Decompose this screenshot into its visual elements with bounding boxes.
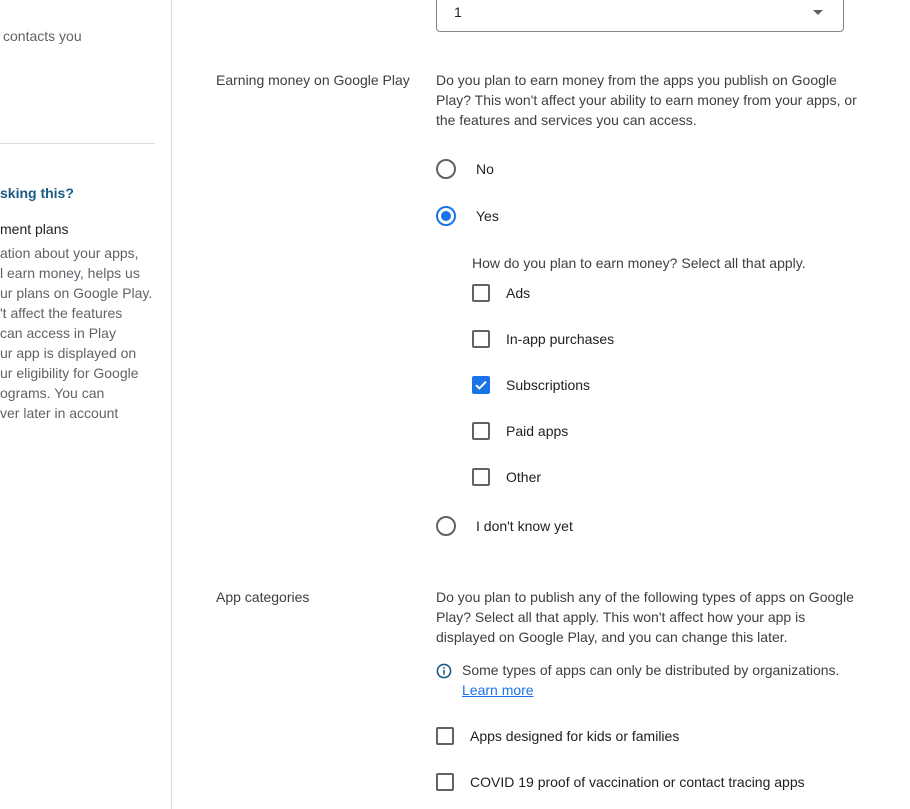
help-body-line: ograms. You can: [0, 385, 105, 401]
help-question-heading[interactable]: sking this?: [0, 183, 74, 203]
radio-no[interactable]: No: [436, 159, 494, 179]
developer-account-form: contacts you sking this? ment plans atio…: [0, 0, 910, 809]
checkbox[interactable]: [472, 284, 490, 302]
checkbox[interactable]: [436, 773, 454, 791]
checkbox-subscriptions-label: Subscriptions: [506, 377, 591, 393]
checkbox-other[interactable]: Other: [472, 467, 541, 487]
categories-description-line: displayed on Google Play, and you can ch…: [436, 629, 788, 645]
checkbox-paid-apps[interactable]: Paid apps: [472, 421, 568, 441]
help-body-line: l earn money, helps us: [0, 265, 140, 281]
categories-description-line: Play? Select all that apply. This won't …: [436, 609, 806, 625]
checkbox[interactable]: [472, 422, 490, 440]
help-body-line: can access in Play: [0, 325, 116, 341]
earning-description-line: Do you plan to earn money from the apps …: [436, 72, 837, 88]
radio-yes-label: Yes: [476, 208, 499, 224]
checkbox-covid-apps-label: COVID 19 proof of vaccination or contact…: [470, 774, 805, 790]
help-body-line: ur eligibility for Google: [0, 365, 139, 381]
checkbox[interactable]: [436, 727, 454, 745]
checkbox-covid-apps[interactable]: COVID 19 proof of vaccination or contact…: [436, 772, 805, 792]
help-body-line: ver later in account: [0, 405, 119, 421]
help-body: ation about your apps, l earn money, hel…: [0, 243, 152, 423]
checkbox[interactable]: [472, 468, 490, 486]
checkbox-ads[interactable]: Ads: [472, 283, 530, 303]
categories-description: Do you plan to publish any of the follow…: [436, 587, 876, 647]
radio-no-label: No: [476, 161, 494, 177]
radio-dont-know[interactable]: I don't know yet: [436, 516, 573, 536]
radio-dont-know-label: I don't know yet: [476, 518, 573, 534]
info-text: Some types of apps can only be distribut…: [462, 662, 840, 678]
checkbox-ads-label: Ads: [506, 285, 531, 301]
checkbox-kids-families[interactable]: Apps designed for kids or families: [436, 726, 679, 746]
info-icon: [436, 663, 452, 679]
categories-description-line: Do you plan to publish any of the follow…: [436, 589, 854, 605]
help-body-line: 't affect the features: [0, 305, 123, 321]
checkbox[interactable]: [472, 330, 490, 348]
dropdown-arrow-icon: [813, 10, 823, 15]
info-note: Some types of apps can only be distribut…: [436, 660, 839, 700]
select-value: 1: [454, 4, 462, 20]
checkbox-other-label: Other: [506, 469, 542, 485]
earning-section-label: Earning money on Google Play: [216, 72, 410, 88]
help-subhead: ment plans: [0, 221, 69, 237]
help-divider: [0, 143, 155, 144]
number-select[interactable]: 1: [436, 0, 844, 32]
help-top-text: contacts you: [3, 28, 82, 44]
checkbox-kids-families-label: Apps designed for kids or families: [470, 728, 680, 744]
checkbox-paid-apps-label: Paid apps: [506, 423, 569, 439]
help-body-line: ation about your apps,: [0, 245, 139, 261]
help-panel: contacts you sking this? ment plans atio…: [0, 0, 172, 809]
help-body-line: ur app is displayed on: [0, 345, 137, 361]
info-text-block: Some types of apps can only be distribut…: [462, 660, 839, 700]
radio-yes[interactable]: Yes: [436, 206, 499, 226]
earning-description: Do you plan to earn money from the apps …: [436, 70, 876, 130]
help-body-line: ur plans on Google Play.: [0, 285, 153, 301]
categories-section-label: App categories: [216, 589, 310, 605]
checkmark-icon: [475, 380, 487, 390]
radio-button-selected[interactable]: [436, 206, 456, 226]
checkbox-checked[interactable]: [472, 376, 490, 394]
checkbox-in-app-purchases[interactable]: In-app purchases: [472, 329, 614, 349]
checkbox-subscriptions[interactable]: Subscriptions: [472, 375, 590, 395]
radio-button[interactable]: [436, 159, 456, 179]
learn-more-link[interactable]: Learn more: [462, 682, 534, 698]
radio-button[interactable]: [436, 516, 456, 536]
earning-description-line: Play? This won't affect your ability to …: [436, 92, 857, 108]
earning-description-line: the features and services you can access…: [436, 112, 697, 128]
checkbox-in-app-purchases-label: In-app purchases: [506, 331, 615, 347]
earn-method-question: How do you plan to earn money? Select al…: [472, 255, 806, 271]
